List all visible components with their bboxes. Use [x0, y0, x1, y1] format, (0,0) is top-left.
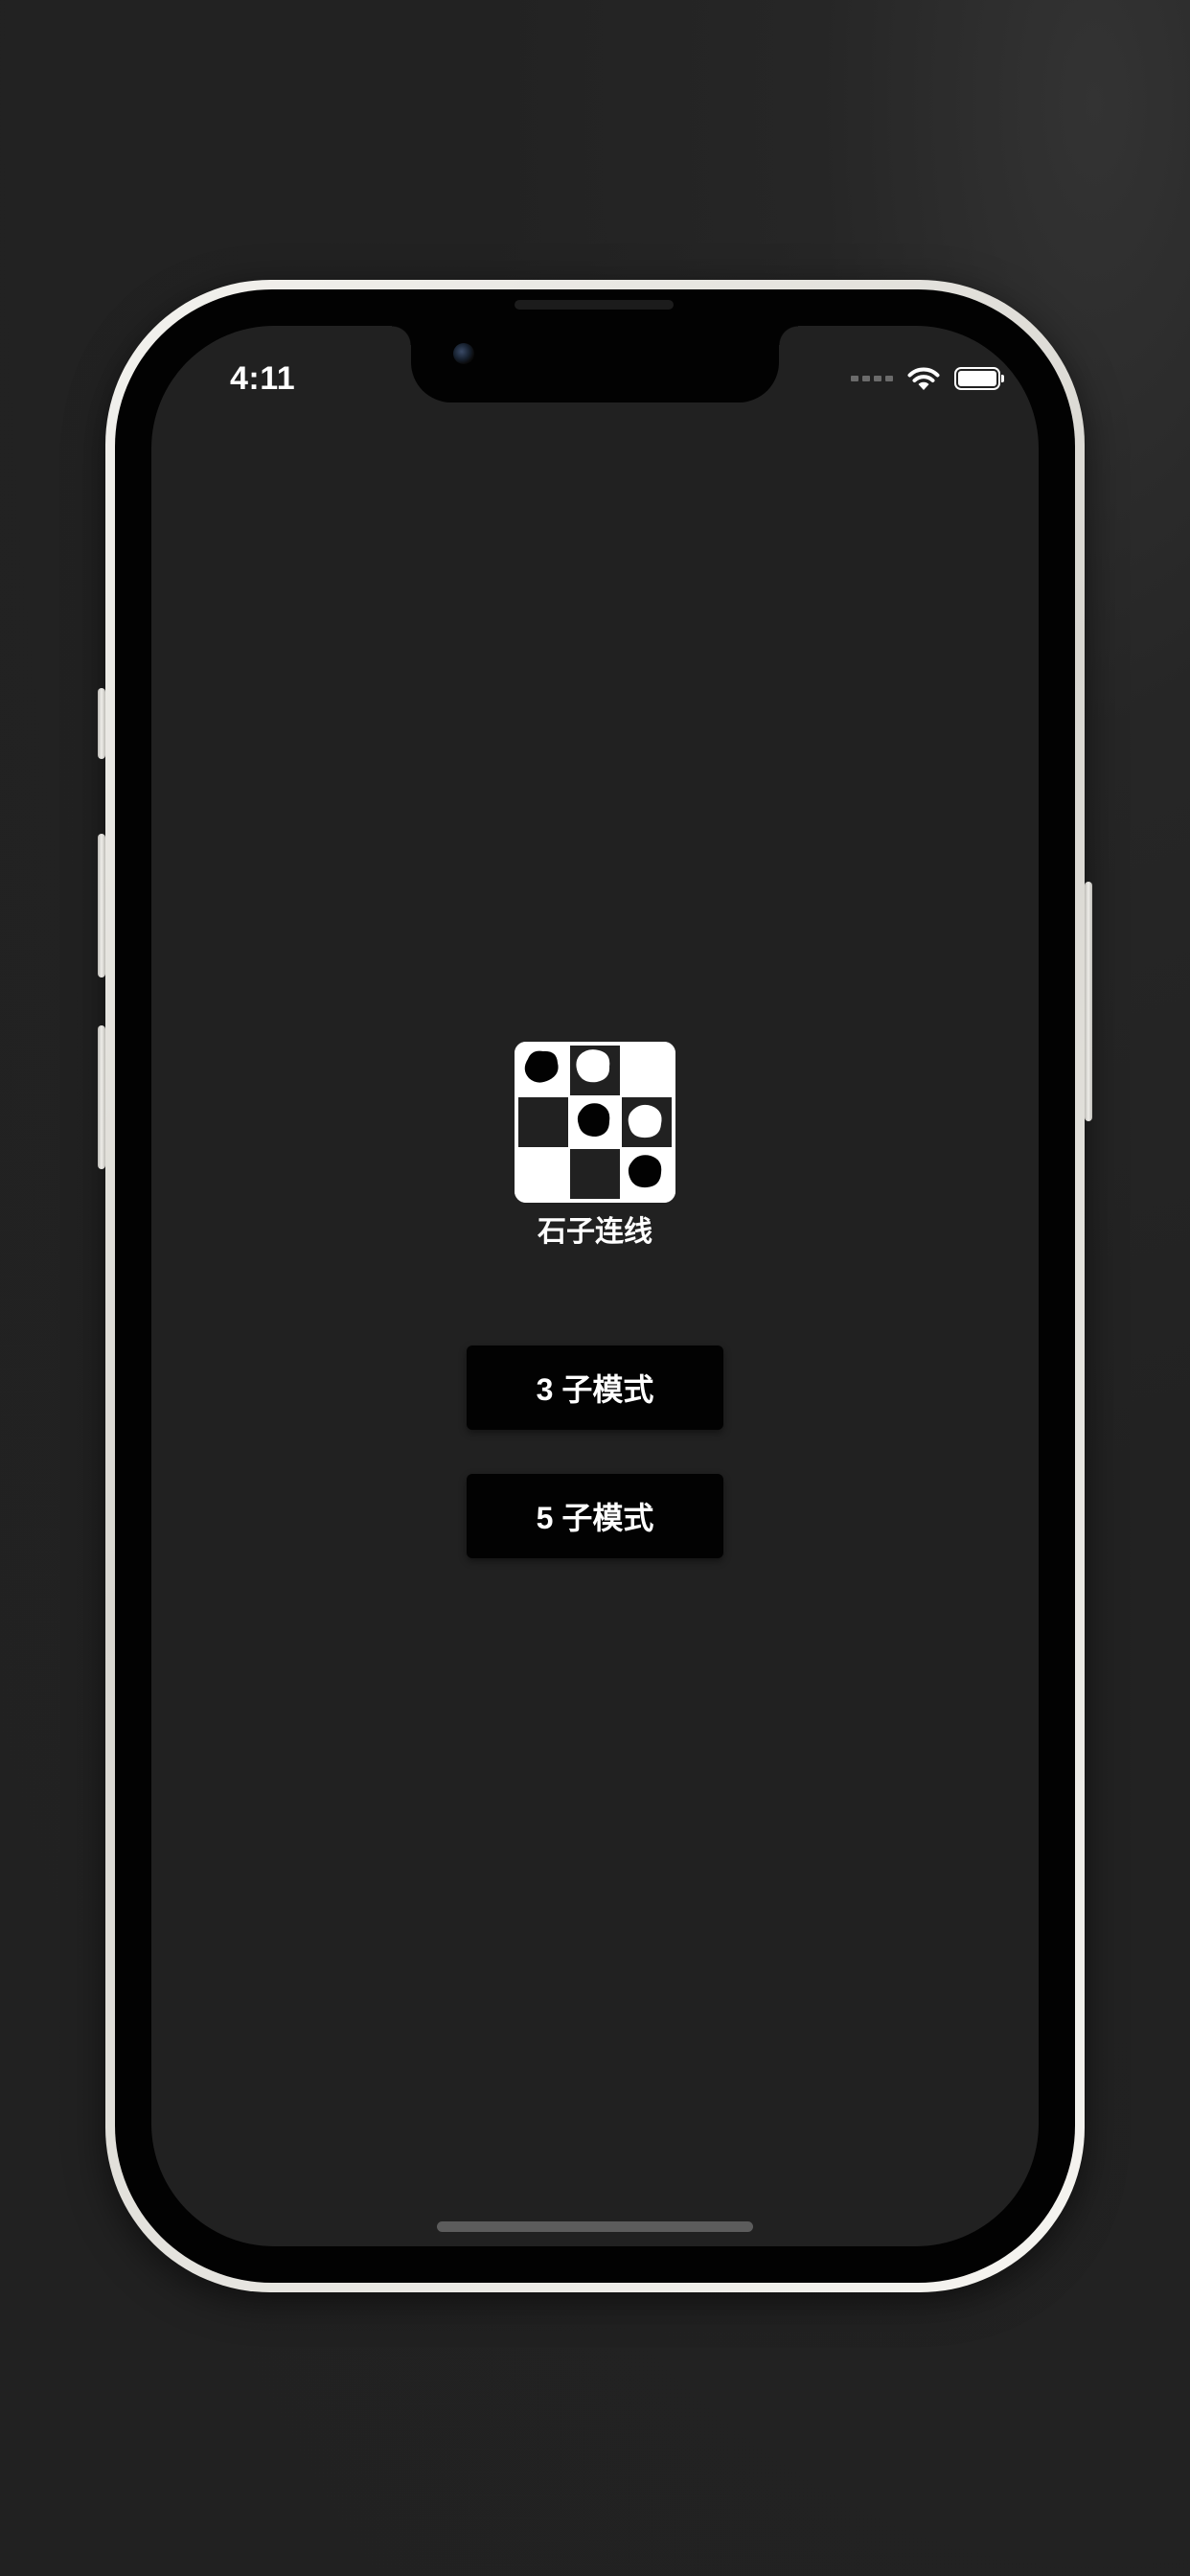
status-time: 4:11 — [230, 360, 296, 397]
status-icons — [851, 364, 1004, 393]
volume-down-button — [98, 1025, 105, 1169]
notch — [392, 326, 798, 402]
app-title: 石子连线 — [538, 1216, 652, 1248]
mute-switch — [98, 688, 105, 759]
earpiece-speaker — [515, 300, 674, 310]
cellular-signal-icon — [851, 376, 893, 381]
screen: 4:11 石子连线 3 子模式 5 子模式 — [151, 326, 1039, 2246]
app-logo — [515, 1042, 675, 1203]
board-logo-icon — [515, 1042, 675, 1203]
wifi-icon — [907, 367, 940, 390]
front-camera-icon — [453, 343, 474, 364]
volume-up-button — [98, 834, 105, 978]
battery-icon — [954, 367, 1004, 390]
home-indicator[interactable] — [437, 2221, 753, 2232]
power-button — [1085, 882, 1092, 1121]
three-stone-mode-button[interactable]: 3 子模式 — [467, 1346, 723, 1430]
five-stone-mode-button[interactable]: 5 子模式 — [467, 1474, 723, 1558]
